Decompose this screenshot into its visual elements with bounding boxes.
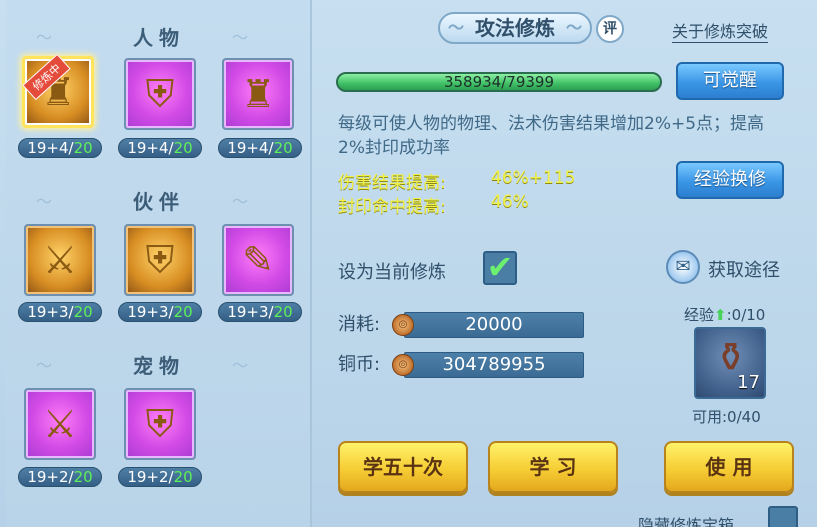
level-pet-2: 19+2/20 xyxy=(118,467,202,487)
learn-fifty-button[interactable]: 学五十次 xyxy=(338,441,468,493)
armored-warrior-icon: ♜ xyxy=(240,72,276,116)
level-character-2: 19+4/20 xyxy=(118,138,202,158)
stat-damage: 伤害结果提高: 46%+115 xyxy=(338,168,575,193)
consume-value: 20000 xyxy=(404,312,584,338)
section-title-pet: 宠物 xyxy=(133,354,185,378)
consume-row: 消耗: 20000 ◎ xyxy=(338,312,588,338)
slot-partner-3[interactable]: ✎ xyxy=(222,224,294,296)
coin-label: 铜币: xyxy=(338,354,381,375)
slot-partner-1[interactable]: ⚔ xyxy=(24,224,96,296)
obtain-source-icon[interactable]: ✉ xyxy=(666,250,700,284)
level-partner-2: 19+3/20 xyxy=(118,302,202,322)
use-button[interactable]: 使 用 xyxy=(664,441,794,493)
stat-seal-value: 46% xyxy=(491,192,529,212)
coin-row: 铜币: 304789955 ◎ xyxy=(338,352,588,378)
slot-pet-1[interactable]: ⚔ xyxy=(24,388,96,460)
level-character-1: 19+4/20 xyxy=(18,138,102,158)
stat-damage-value: 46%+115 xyxy=(491,168,576,188)
swirl-right-icon: 〜 xyxy=(565,18,582,37)
level-partner-3: 19+3/20 xyxy=(218,302,302,322)
experience-progress-text: 358934/79399 xyxy=(443,73,555,91)
swirl-decoration-icon: 〜 xyxy=(232,28,249,47)
hide-box-checkbox[interactable] xyxy=(768,506,798,527)
stat-seal-label: 封印命中提高: xyxy=(338,197,446,217)
up-arrow-icon: ⬆ xyxy=(714,306,727,324)
level-pet-1: 19+2/20 xyxy=(18,467,102,487)
hide-box-label: 隐藏修炼宝箱 xyxy=(638,516,735,527)
evaluate-button[interactable]: 评 xyxy=(596,15,624,43)
copper-coin-icon: ◎ xyxy=(392,314,414,336)
scroll-lion-icon: ✎ xyxy=(242,238,274,282)
awaken-button[interactable]: 可觉醒 xyxy=(676,62,784,100)
checkmark-icon: ✔ xyxy=(486,248,514,286)
slot-character-1[interactable]: ♜ 修炼中 xyxy=(22,53,94,128)
coin-value: 304789955 xyxy=(404,352,584,378)
set-current-label: 设为当前修炼 xyxy=(338,262,446,283)
slot-character-2[interactable]: ⛨ xyxy=(124,58,196,130)
slot-pet-2[interactable]: ⛨ xyxy=(124,388,196,460)
item-count: 17 xyxy=(737,372,760,393)
shield-lion-icon: ⛨ xyxy=(145,237,175,282)
exp-exchange-button[interactable]: 经验换修 xyxy=(676,161,784,199)
shield-warrior-icon: ⛨ xyxy=(145,71,175,116)
page-title: 〜 攻法修炼 〜 xyxy=(438,12,592,44)
section-title-partner: 伙伴 xyxy=(133,190,185,214)
about-breakthrough-link[interactable]: 关于修炼突破 xyxy=(672,18,769,43)
stat-seal: 封印命中提高: 46% xyxy=(338,192,529,217)
learn-button[interactable]: 学 习 xyxy=(488,441,618,493)
stat-damage-label: 伤害结果提高: xyxy=(338,173,446,193)
copper-coin-icon: ◎ xyxy=(392,354,414,376)
sword-pet-icon: ⚔ xyxy=(42,402,78,446)
level-character-3: 19+4/20 xyxy=(218,138,302,158)
swirl-left-icon: 〜 xyxy=(448,18,465,37)
cultivation-box-item[interactable]: ⚱ 17 xyxy=(694,327,766,399)
slot-character-3[interactable]: ♜ xyxy=(222,58,294,130)
section-title-character: 人物 xyxy=(133,26,185,50)
sword-lion-icon: ⚔ xyxy=(42,238,78,282)
cultivation-window: 〜 人物 〜 ♜ 修炼中 ⛨ ♜ 19+4/20 19+4/20 19+4/20… xyxy=(0,0,817,527)
experience-progress-bar: 358934/79399 xyxy=(336,72,662,92)
usable-count: 可用:0/40 xyxy=(692,408,761,426)
consume-label: 消耗: xyxy=(338,314,381,335)
set-current-checkbox[interactable]: ✔ xyxy=(483,251,517,285)
swirl-decoration-icon: 〜 xyxy=(232,192,249,211)
level-partner-1: 19+3/20 xyxy=(18,302,102,322)
swirl-decoration-icon: 〜 xyxy=(232,356,249,375)
item-exp-readout: 经验⬆:0/10 xyxy=(684,306,766,324)
shield-pet-icon: ⛨ xyxy=(145,401,175,446)
obtain-source-link[interactable]: 获取途径 xyxy=(708,256,780,282)
effect-description: 每级可使人物的物理、法术伤害结果增加2%+5点；提高2%封印成功率 xyxy=(338,114,765,158)
category-panel: 〜 人物 〜 ♜ 修炼中 ⛨ ♜ 19+4/20 19+4/20 19+4/20… xyxy=(6,0,312,527)
slot-partner-2[interactable]: ⛨ xyxy=(124,224,196,296)
